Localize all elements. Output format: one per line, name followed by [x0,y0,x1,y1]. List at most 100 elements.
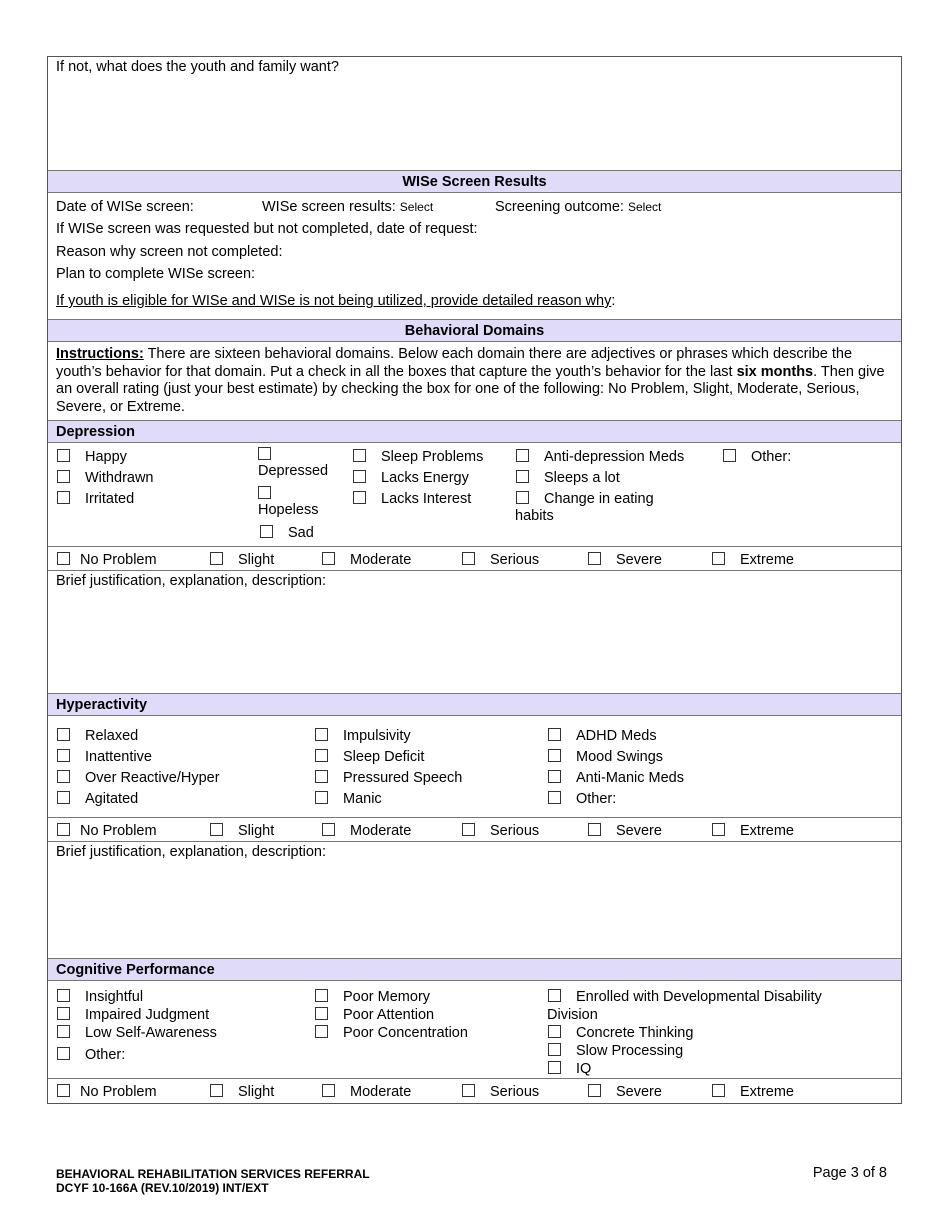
checkbox-manic[interactable] [315,791,328,804]
instructions-label: Instructions: [56,346,144,362]
option-label: Other: [85,1047,126,1063]
option-label: Lacks Energy [381,470,469,486]
cognitive-rating: No Problem Slight Moderate Serious Sever… [48,1079,901,1103]
option-label: Sleep Deficit [343,749,425,765]
hyperactivity-options: Relaxed Inattentive Over Reactive/Hyper … [48,716,901,818]
rating-label: Moderate [350,823,412,839]
rating-serious[interactable] [462,823,475,836]
hyperactivity-rating: No Problem Slight Moderate Serious Sever… [48,818,901,842]
option-label: Sleep Problems [381,449,484,465]
checkbox-agitated[interactable] [57,791,70,804]
footer-form-info: BEHAVIORAL REHABILITATION SERVICES REFER… [56,1167,370,1195]
checkbox-adhd-meds[interactable] [548,728,561,741]
checkbox-impaired-judgment[interactable] [57,1007,70,1020]
option-label: Slow Processing [576,1043,684,1059]
checkbox-inattentive[interactable] [57,749,70,762]
rating-extreme[interactable] [712,1084,725,1097]
option-label: Other: [751,449,792,465]
wise-requested-label: If WISe screen was requested but not com… [56,221,478,237]
checkbox-poor-memory[interactable] [315,989,328,1002]
checkbox-sleep-deficit[interactable] [315,749,328,762]
wise-results-select[interactable]: Select [400,200,433,214]
checkbox-mood-swings[interactable] [548,749,561,762]
rating-serious[interactable] [462,552,475,565]
option-label: Mood Swings [576,749,664,765]
option-label: Hopeless [258,502,319,518]
checkbox-sad[interactable] [260,525,273,538]
rating-severe[interactable] [588,1084,601,1097]
rating-label: Severe [616,552,662,568]
rating-moderate[interactable] [322,823,335,836]
checkbox-over-reactive[interactable] [57,770,70,783]
rating-no-problem[interactable] [57,823,70,836]
checkbox-poor-attention[interactable] [315,1007,328,1020]
hyperactivity-justification-field[interactable]: Brief justification, explanation, descri… [48,842,901,959]
checkbox-happy[interactable] [57,449,70,462]
checkbox-low-self-awareness[interactable] [57,1025,70,1038]
option-label: Anti-Manic Meds [576,770,684,786]
rating-slight[interactable] [210,823,223,836]
rating-moderate[interactable] [322,1084,335,1097]
hyperactivity-header: Hyperactivity [48,694,901,716]
wise-reason-label: Reason why screen not completed: [56,244,283,260]
checkbox-relaxed[interactable] [57,728,70,741]
checkbox-slow-processing[interactable] [548,1043,561,1056]
checkbox-sleep-problems[interactable] [353,449,366,462]
rating-extreme[interactable] [712,823,725,836]
checkbox-iq[interactable] [548,1061,561,1074]
option-label: Impulsivity [343,728,411,744]
checkbox-anti-manic-meds[interactable] [548,770,561,783]
wise-eligible-colon: : [611,293,616,309]
rating-slight[interactable] [210,1084,223,1097]
rating-label: Extreme [740,1084,794,1100]
checkbox-sleeps-a-lot[interactable] [516,470,529,483]
checkbox-pressured-speech[interactable] [315,770,328,783]
rating-slight[interactable] [210,552,223,565]
checkbox-irritated[interactable] [57,491,70,504]
checkbox-other[interactable] [548,791,561,804]
option-label: Agitated [85,791,139,807]
instructions-bold: six months [736,363,814,380]
checkbox-hopeless[interactable] [258,486,271,499]
checkbox-enrolled-dda[interactable] [548,989,561,1002]
rating-no-problem[interactable] [57,552,70,565]
youth-family-want-field[interactable]: If not, what does the youth and family w… [48,57,901,171]
checkbox-impulsivity[interactable] [315,728,328,741]
depression-options: Happy Withdrawn Irritated Depressed Hope… [48,443,901,547]
cognitive-options: Insightful Impaired Judgment Low Self-Aw… [48,981,901,1079]
option-label: Depressed [258,463,329,479]
checkbox-lacks-energy[interactable] [353,470,366,483]
wise-date-label: Date of WISe screen: [56,199,194,215]
option-label: Manic [343,791,382,807]
checkbox-change-in-eating[interactable] [516,491,529,504]
screening-outcome-select[interactable]: Select [628,200,661,214]
behavioral-domains-header: Behavioral Domains [48,320,901,342]
option-label: Impaired Judgment [85,1007,210,1023]
rating-label: Extreme [740,823,794,839]
checkbox-other[interactable] [57,1047,70,1060]
rating-extreme[interactable] [712,552,725,565]
checkbox-lacks-interest[interactable] [353,491,366,504]
rating-label: No Problem [80,1084,157,1100]
instructions: Instructions: There are sixteen behavior… [48,342,901,421]
rating-serious[interactable] [462,1084,475,1097]
wise-eligible-label: If youth is eligible for WISe and WISe i… [56,293,612,309]
justification-label: Brief justification, explanation, descri… [56,844,327,860]
rating-severe[interactable] [588,552,601,565]
option-label: Inattentive [85,749,152,765]
option-label: Change in eating [544,491,654,507]
checkbox-anti-depression-meds[interactable] [516,449,529,462]
rating-no-problem[interactable] [57,1084,70,1097]
checkbox-insightful[interactable] [57,989,70,1002]
checkbox-withdrawn[interactable] [57,470,70,483]
option-label: habits [515,508,554,524]
checkbox-depressed[interactable] [258,447,271,460]
rating-moderate[interactable] [322,552,335,565]
rating-severe[interactable] [588,823,601,836]
checkbox-other[interactable] [723,449,736,462]
option-label: ADHD Meds [576,728,657,744]
checkbox-concrete-thinking[interactable] [548,1025,561,1038]
rating-label: Extreme [740,552,794,568]
depression-justification-field[interactable]: Brief justification, explanation, descri… [48,571,901,694]
checkbox-poor-concentration[interactable] [315,1025,328,1038]
